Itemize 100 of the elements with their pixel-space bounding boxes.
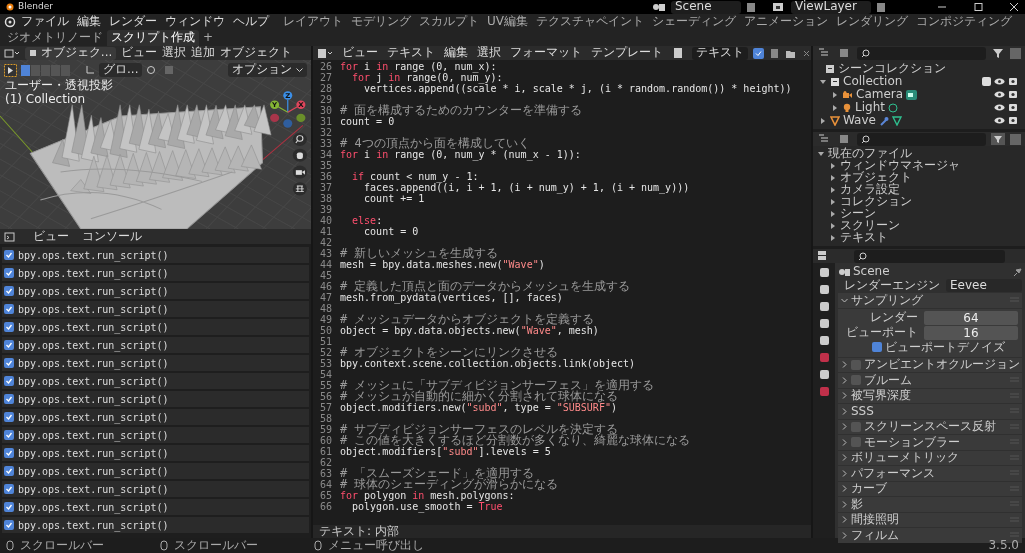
select-tool-icon[interactable] (4, 63, 17, 77)
search-field[interactable] (857, 132, 986, 146)
menu-item[interactable]: 編集 (73, 15, 105, 29)
eye-icon[interactable] (994, 103, 1005, 112)
outliner-item[interactable]: Camera (856, 87, 904, 102)
workspace-tab[interactable]: アニメーション (740, 14, 832, 30)
panel-checkbox[interactable] (851, 421, 861, 432)
workspace-tab[interactable]: スカルプト (415, 14, 483, 30)
expand-arrow-icon[interactable] (817, 150, 825, 158)
menu-item[interactable]: フォーマット (510, 46, 582, 60)
menu-item[interactable]: ウィンドウ (161, 15, 229, 29)
workspace-tab[interactable]: レンダリング (832, 14, 912, 30)
search-field[interactable] (857, 46, 986, 60)
editor-type-icon[interactable] (317, 47, 333, 59)
blender-logo-icon[interactable] (3, 16, 17, 28)
menu-item[interactable]: ファイル (17, 15, 73, 29)
panel-header[interactable]: モーションブラー (838, 435, 1022, 450)
number-field[interactable]: 16 (924, 325, 1018, 340)
transform-orientation-icon[interactable] (85, 65, 95, 75)
view-layer-field[interactable]: ViewLayer (791, 0, 871, 14)
pin-icon[interactable] (1012, 266, 1022, 277)
exclude-checkbox[interactable] (982, 77, 991, 86)
panel-header[interactable]: 間接照明 (838, 512, 1022, 528)
line-number: 62 (318, 457, 333, 468)
data-browser-item[interactable]: ウィンドウマネージャ (840, 159, 960, 173)
funnel-icon[interactable] (991, 133, 1005, 145)
scene-field[interactable]: Scene (671, 0, 741, 14)
menu-item[interactable]: オブジェクト (220, 46, 293, 60)
render-camera-icon[interactable] (1008, 103, 1018, 112)
panel-header[interactable]: 被写界深度 (838, 388, 1022, 404)
maximize-icon[interactable] (971, 2, 985, 12)
panel-header[interactable]: ボリューメトリック (838, 450, 1022, 466)
expand-arrow-icon[interactable] (831, 103, 839, 112)
denoise-checkbox[interactable] (872, 342, 882, 353)
data-browser-item[interactable]: スクリーン (840, 219, 900, 233)
outliner-item[interactable]: Light (855, 100, 885, 115)
panel-header[interactable]: アンビエントオクルージョン (838, 357, 1022, 373)
render-camera-icon[interactable] (1008, 116, 1018, 125)
workspace-tab[interactable]: モデリング (347, 14, 415, 30)
data-browser-item[interactable]: シーン (840, 207, 876, 221)
data-browser-item[interactable]: テキスト (840, 231, 888, 245)
options-dropdown[interactable]: オプション (228, 63, 307, 77)
panel-checkbox[interactable] (851, 359, 861, 370)
workspace-tab[interactable]: UV編集 (483, 14, 532, 30)
camera-icon[interactable] (292, 165, 307, 179)
panel-header[interactable]: カーブ (838, 481, 1022, 497)
data-browser-item[interactable]: カメラ設定 (840, 183, 900, 197)
menu-item[interactable]: ビュー (342, 46, 378, 60)
orientation-dropdown[interactable]: グロ... (99, 63, 143, 77)
outliner-item[interactable]: Collection (843, 74, 903, 89)
grid-icon[interactable] (292, 182, 307, 196)
eye-icon[interactable] (994, 77, 1005, 86)
menu-item[interactable]: ビュー (33, 229, 69, 244)
code-line: # メッシュが自動的に細かく分割されて球体になる (340, 391, 619, 402)
panel-header[interactable]: パフォーマンス (838, 466, 1022, 481)
panel-header[interactable]: SSS (838, 404, 1022, 419)
workspace-tab[interactable]: コンポジティング (912, 14, 1016, 30)
close-icon[interactable] (1007, 2, 1021, 12)
hand-icon[interactable] (292, 148, 307, 162)
editor-type-icon[interactable] (4, 47, 20, 59)
mode-dropdown[interactable]: オブジェク... (25, 46, 117, 60)
menu-item[interactable]: レンダー (105, 15, 161, 29)
workspace-tab[interactable]: ジオメトリノード (3, 30, 107, 46)
menu-item[interactable]: 追加 (191, 46, 216, 60)
expand-arrow-icon[interactable] (819, 116, 827, 125)
fake-user-icon[interactable] (753, 47, 764, 59)
menu-item[interactable]: コンソール (82, 229, 142, 244)
expand-arrow-icon[interactable] (819, 77, 827, 86)
panel-header[interactable]: サンプリング (838, 293, 1022, 308)
add-workspace-button[interactable]: + (199, 30, 218, 46)
workspace-tab[interactable]: テクスチャペイント (532, 14, 648, 30)
render-camera-icon[interactable] (1008, 90, 1018, 99)
render-engine-dropdown[interactable]: Eevee (946, 279, 1022, 292)
panel-header[interactable]: 影 (838, 497, 1022, 512)
menu-item[interactable]: 選択 (162, 46, 187, 60)
search-field[interactable] (854, 249, 1005, 263)
menu-item[interactable]: ヘルプ (229, 15, 273, 29)
menu-item[interactable]: 選択 (477, 46, 501, 60)
menu-item[interactable]: 編集 (444, 46, 468, 60)
menu-item[interactable]: テンプレート (591, 46, 663, 60)
menu-item[interactable]: テキスト (387, 46, 435, 60)
panel-checkbox[interactable] (851, 437, 861, 448)
workspace-tab[interactable]: シェーディング (648, 14, 740, 30)
panel-header[interactable]: スクリーンスペース反射 (838, 419, 1022, 435)
console-log-line: bpy.ops.text.run_script() (18, 303, 169, 315)
expand-arrow-icon[interactable] (831, 90, 839, 99)
workspace-tab[interactable]: スクリプト作成 (107, 30, 199, 46)
panel-checkbox[interactable] (851, 375, 861, 386)
text-name-field[interactable]: テキスト (692, 46, 748, 60)
outliner-item[interactable]: Wave (843, 113, 876, 128)
menu-item[interactable]: ビュー (121, 46, 158, 60)
eye-icon[interactable] (994, 90, 1005, 99)
data-browser-item[interactable]: コレクション (840, 195, 912, 209)
eye-icon[interactable] (994, 116, 1005, 125)
number-field[interactable]: 64 (924, 310, 1018, 325)
zoom-icon[interactable] (292, 132, 307, 146)
render-camera-icon[interactable] (1008, 77, 1018, 86)
panel-header[interactable]: ブルーム (838, 373, 1022, 388)
code-line: for j in range(0, num_y): (351, 72, 503, 83)
workspace-tab[interactable]: レイアウト (279, 14, 347, 30)
